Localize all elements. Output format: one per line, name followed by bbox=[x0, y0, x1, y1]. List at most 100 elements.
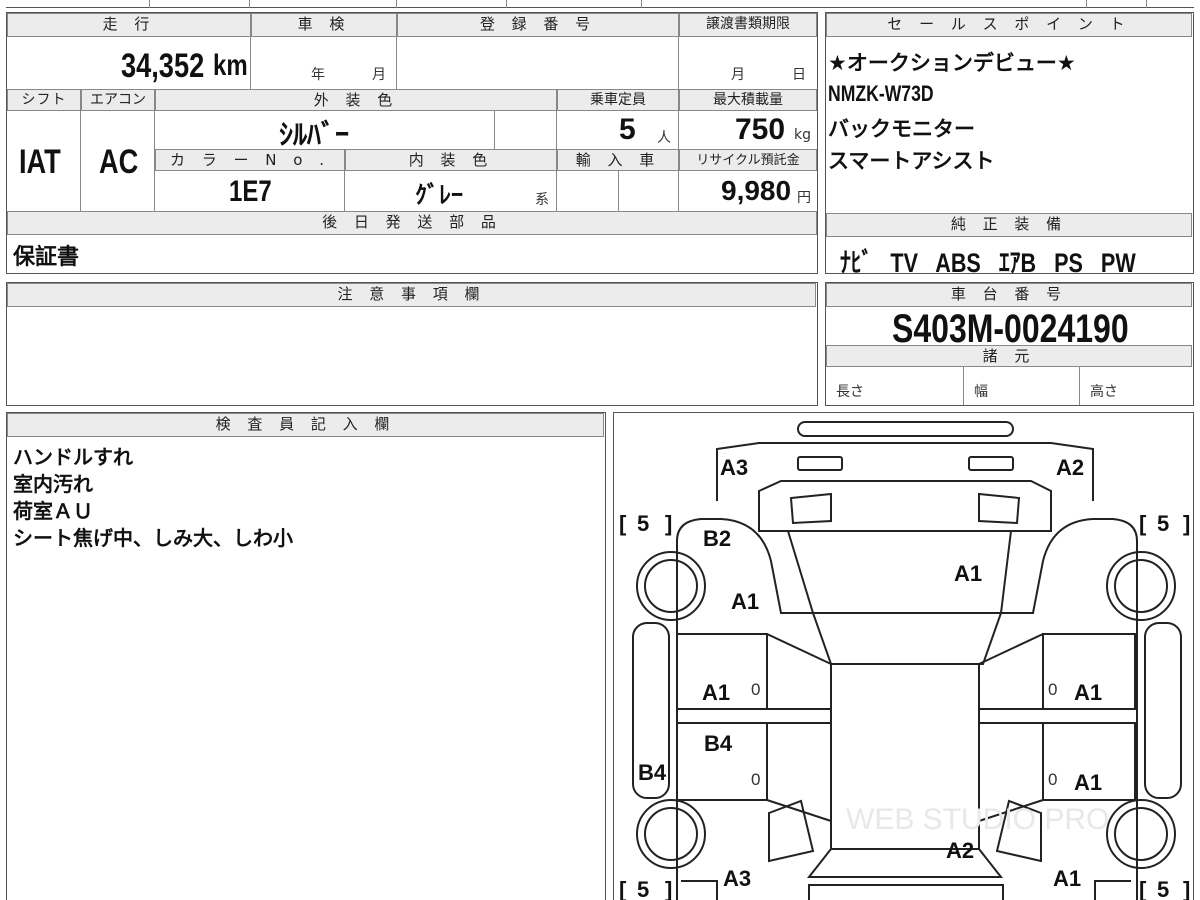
tire-fl-bracket-close: ] bbox=[665, 511, 672, 536]
mark-fender-left: A1 bbox=[731, 589, 759, 614]
inspector-line-2: 室内汚れ bbox=[13, 472, 93, 496]
exterior-color-cell: ｼﾙﾊﾞｰ bbox=[155, 111, 495, 151]
inspector-header: 検 査 員 記 入 欄 bbox=[7, 413, 604, 437]
tire-rr-value: 5 bbox=[1157, 877, 1169, 900]
exterior-extra-cell bbox=[495, 111, 557, 149]
exterior-color-value: ｼﾙﾊﾞｰ bbox=[279, 118, 350, 151]
damage-diagram-box: WEB STUDIO PRO [ 5 ] [ 5 ] [ 5 ] [ 5 ] A… bbox=[613, 412, 1194, 900]
equipment-header: 純 正 装 備 bbox=[826, 213, 1192, 237]
max-load-value: 750 bbox=[735, 113, 786, 146]
sales-point-line-3: バックモニター bbox=[828, 117, 975, 141]
max-load-header: 最大積載量 bbox=[679, 89, 817, 111]
later-parts-value: 保証書 bbox=[13, 245, 80, 270]
tire-rl-value: 5 bbox=[637, 877, 649, 900]
registration-header: 登 録 番 号 bbox=[397, 13, 679, 37]
sales-point-line-4: スマートアシスト bbox=[828, 149, 995, 173]
sales-points-header: セ ー ル ス ポ イ ン ト bbox=[826, 13, 1192, 37]
notes-box: 注 意 事 項 欄 bbox=[6, 282, 818, 406]
color-no-value: 1E7 bbox=[229, 175, 272, 208]
chassis-box: 車 台 番 号 S403M-0024190 諸 元 長さ 幅 高さ bbox=[825, 282, 1194, 406]
exterior-color-header: 外 装 色 bbox=[155, 89, 557, 111]
tire-rr-bracket-close: ] bbox=[1183, 877, 1190, 900]
inspector-line-3: 荷室ＡＵ bbox=[13, 499, 93, 523]
aircon-header: エアコン bbox=[81, 89, 155, 111]
zero-mark-2: 0 bbox=[1048, 680, 1057, 699]
later-parts-header: 後 日 発 送 部 品 bbox=[7, 211, 817, 235]
registration-cell bbox=[397, 37, 679, 89]
aircon-cell: AC bbox=[81, 111, 155, 211]
sales-point-line-1: ★オークションデビュー★ bbox=[828, 51, 1076, 75]
max-load-cell: 750 kg bbox=[679, 111, 817, 149]
equipment-item-airbag: ｴｱB bbox=[998, 248, 1037, 278]
import-cell-b bbox=[619, 171, 679, 211]
interior-color-header: 内 装 色 bbox=[345, 149, 557, 171]
tire-rl-bracket-close: ] bbox=[665, 877, 672, 900]
mark-door-rr: A1 bbox=[1074, 770, 1102, 795]
equipment-item-navi: ﾅﾋﾞ bbox=[840, 248, 873, 278]
inspection-header: 車 検 bbox=[251, 13, 397, 37]
mark-door-fl: A1 bbox=[702, 680, 730, 705]
recycle-fee-header: リサイクル預託金 bbox=[679, 149, 817, 171]
tire-rr-bracket: [ bbox=[1139, 877, 1147, 900]
mileage-unit: km bbox=[213, 49, 248, 82]
import-cell-a bbox=[557, 171, 619, 211]
color-no-header: カ ラ ー N o . bbox=[155, 149, 345, 171]
mark-front-left: A3 bbox=[720, 455, 748, 480]
sales-point-line-2: NMZK-W73D bbox=[828, 81, 934, 106]
import-header: 輸 入 車 bbox=[557, 149, 679, 171]
tire-fr-bracket: [ bbox=[1139, 511, 1147, 536]
mileage-header: 走 行 bbox=[7, 13, 251, 37]
shift-header: シフト bbox=[7, 89, 81, 111]
interior-color-suffix: 系 bbox=[535, 192, 549, 208]
color-no-cell: 1E7 bbox=[155, 171, 345, 211]
top-clipped-strip bbox=[6, 0, 1194, 8]
zero-mark-1: 0 bbox=[751, 680, 760, 699]
notes-header: 注 意 事 項 欄 bbox=[7, 283, 816, 307]
mileage-value: 34,352 bbox=[121, 47, 205, 85]
recycle-fee-value: 9,980 bbox=[721, 175, 792, 206]
mileage-cell: 34,352 km bbox=[7, 37, 251, 89]
inspector-line-1: ハンドルすれ bbox=[13, 445, 133, 469]
mark-rear-center: A2 bbox=[946, 838, 974, 863]
spec-length-label: 長さ bbox=[836, 384, 864, 400]
spec-length-cell: 長さ bbox=[826, 367, 964, 405]
tire-fr-bracket-close: ] bbox=[1183, 511, 1190, 536]
equipment-item-pw: PW bbox=[1100, 248, 1136, 278]
mark-door-rl: B4 bbox=[704, 731, 733, 756]
recycle-fee-unit: 円 bbox=[797, 190, 811, 206]
capacity-header: 乗車定員 bbox=[557, 89, 679, 111]
interior-color-cell: ｸﾞﾚｰ 系 bbox=[345, 171, 557, 211]
capacity-value: 5 bbox=[619, 113, 636, 146]
aircon-value: AC bbox=[99, 143, 139, 181]
shift-value: IAT bbox=[19, 143, 61, 181]
spec-height-label: 高さ bbox=[1090, 384, 1118, 400]
mark-windshield: A1 bbox=[954, 561, 982, 586]
spec-height-cell: 高さ bbox=[1080, 367, 1192, 405]
equipment-list: ﾅﾋﾞ TV ABS ｴｱB PS PW bbox=[840, 241, 1136, 280]
equipment-item-ps: PS bbox=[1054, 248, 1083, 278]
vehicle-info-table: 走 行 車 検 登 録 番 号 譲渡書類期限 34,352 km 年 月 月 日… bbox=[6, 12, 818, 274]
tire-fl-bracket: [ bbox=[619, 511, 627, 536]
mark-rear-right: A1 bbox=[1053, 866, 1081, 891]
mark-hood-left: B2 bbox=[703, 526, 731, 551]
spec-width-label: 幅 bbox=[974, 384, 988, 400]
mark-rear-left: A3 bbox=[723, 866, 751, 891]
spec-width-cell: 幅 bbox=[964, 367, 1080, 405]
transfer-deadline-header: 譲渡書類期限 bbox=[679, 13, 817, 37]
equipment-item-abs: ABS bbox=[935, 248, 981, 278]
tire-rl-bracket: [ bbox=[619, 877, 627, 900]
inspection-year-unit: 年 bbox=[311, 67, 325, 83]
zero-mark-4: 0 bbox=[1048, 770, 1057, 789]
zero-mark-3: 0 bbox=[751, 770, 760, 789]
tire-fr-value: 5 bbox=[1157, 511, 1169, 536]
equipment-item-tv: TV bbox=[890, 248, 919, 278]
max-load-unit: kg bbox=[794, 127, 811, 143]
capacity-unit: 人 bbox=[657, 130, 671, 146]
inspection-month-unit: 月 bbox=[372, 67, 386, 83]
mark-door-fr: A1 bbox=[1074, 680, 1102, 705]
interior-color-value: ｸﾞﾚｰ bbox=[415, 181, 463, 209]
watermark-text: WEB STUDIO PRO bbox=[846, 803, 1109, 836]
capacity-cell: 5 人 bbox=[557, 111, 679, 149]
deadline-month-unit: 月 bbox=[731, 67, 745, 83]
deadline-day-unit: 日 bbox=[792, 67, 806, 83]
